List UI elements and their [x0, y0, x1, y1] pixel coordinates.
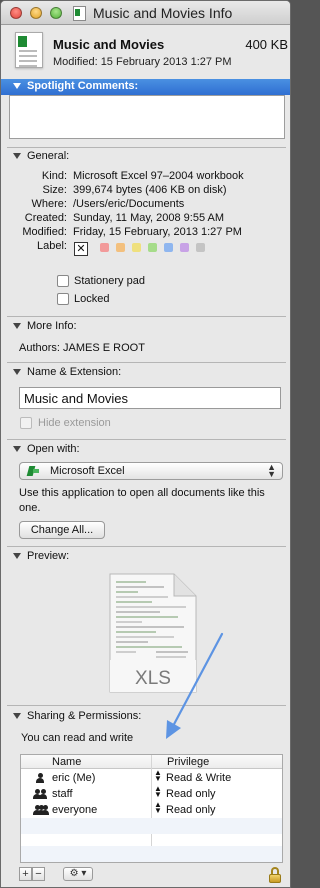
general-section-header[interactable]: General:: [1, 149, 290, 165]
open-with-popup[interactable]: Microsoft Excel ▲ ▼: [19, 462, 283, 480]
change-all-button[interactable]: Change All...: [19, 521, 105, 539]
field-key: Modified:: [22, 226, 67, 238]
document-icon: [73, 6, 86, 21]
table-row[interactable]: eric (Me) ▲ ▼ Read & Write: [21, 769, 282, 786]
excel-icon: [15, 32, 43, 68]
privilege-popup[interactable]: Read only: [166, 804, 216, 816]
label-red-swatch[interactable]: [100, 243, 109, 252]
more-info-section-header[interactable]: More Info:: [1, 319, 290, 335]
label-blue-swatch[interactable]: [164, 243, 173, 252]
info-window: Music and Movies Info Music and Movies 4…: [0, 0, 291, 888]
section-label: More Info:: [27, 320, 77, 332]
authors-text: Authors: JAMES E ROOT: [19, 342, 145, 354]
empty-row: [21, 818, 282, 834]
field-value: 399,674 bytes (406 KB on disk): [73, 184, 227, 196]
excel-icon: [28, 465, 40, 477]
chevron-updown-icon: ▲ ▼: [267, 462, 276, 479]
column-header-privilege[interactable]: Privilege: [167, 756, 209, 768]
empty-row: [21, 846, 282, 862]
file-size: 400 KB: [245, 37, 288, 52]
stationery-pad-label: Stationery pad: [74, 275, 145, 287]
field-key: Created:: [24, 212, 67, 224]
section-label: Preview:: [27, 550, 70, 562]
selected-application: Microsoft Excel: [50, 465, 125, 477]
field-key: Label:: [37, 240, 67, 252]
lock-icon[interactable]: [268, 867, 282, 884]
disclosure-triangle-icon: [13, 369, 21, 375]
sharing-summary: You can read and write: [21, 732, 134, 744]
open-with-description: Use this application to open all documen…: [19, 487, 265, 514]
field-value: Friday, 15 February, 2013 1:27 PM: [73, 226, 242, 238]
preview-section-header[interactable]: Preview:: [1, 549, 290, 565]
open-with-section-header[interactable]: Open with:: [1, 442, 290, 458]
user-name: everyone: [52, 804, 98, 816]
disclosure-triangle-icon: [13, 83, 21, 89]
permissions-table: Name Privilege eric (Me) ▲ ▼ Read & Write…: [20, 754, 283, 863]
section-label: Spotlight Comments:: [27, 80, 139, 92]
privilege-popup[interactable]: Read only: [166, 788, 216, 800]
chevron-updown-icon[interactable]: ▲ ▼: [154, 801, 162, 815]
name-extension-section-header[interactable]: Name & Extension:: [1, 365, 290, 381]
gear-icon[interactable]: ⚙ ▾: [63, 867, 93, 881]
modified-date: Modified: 15 February 2013 1:27 PM: [53, 56, 232, 68]
disclosure-triangle-icon: [13, 323, 21, 329]
user-name: eric (Me): [52, 772, 96, 784]
user-name: staff: [52, 788, 73, 800]
column-header-name[interactable]: Name: [52, 756, 81, 768]
section-label: Sharing & Permissions:: [27, 710, 142, 722]
spreadsheet-preview: XLS: [109, 573, 197, 693]
locked-checkbox[interactable]: [57, 293, 69, 305]
disclosure-triangle-icon: [13, 153, 21, 159]
field-value: Microsoft Excel 97–2004 workbook: [73, 170, 244, 182]
disclosure-triangle-icon: [13, 446, 21, 452]
spotlight-comments-field[interactable]: [9, 95, 285, 139]
disclosure-triangle-icon: [13, 713, 21, 719]
label-green-swatch[interactable]: [148, 243, 157, 252]
label-gray-swatch[interactable]: [196, 243, 205, 252]
section-label: Name & Extension:: [27, 366, 122, 378]
section-label: Open with:: [27, 443, 80, 455]
file-type-badge: XLS: [135, 668, 171, 689]
field-value: Sunday, 11 May, 2008 9:55 AM: [73, 212, 225, 224]
field-value: /Users/eric/Documents: [73, 198, 185, 210]
table-row[interactable]: everyone ▲ ▼ Read only: [21, 801, 282, 818]
disclosure-triangle-icon: [13, 553, 21, 559]
group-icon: [33, 788, 47, 800]
file-name-input[interactable]: Music and Movies: [19, 387, 281, 409]
file-header: Music and Movies 400 KB Modified: 15 Feb…: [1, 26, 290, 78]
file-name: Music and Movies: [53, 37, 165, 52]
remove-user-button[interactable]: −: [32, 867, 45, 881]
close-button[interactable]: [10, 7, 22, 19]
chevron-updown-icon[interactable]: ▲ ▼: [154, 769, 162, 783]
label-orange-swatch[interactable]: [116, 243, 125, 252]
label-yellow-swatch[interactable]: [132, 243, 141, 252]
field-key: Where:: [31, 198, 67, 210]
zoom-button[interactable]: [50, 7, 62, 19]
add-user-button[interactable]: +: [19, 867, 32, 881]
spotlight-comments-header[interactable]: Spotlight Comments:: [1, 79, 290, 95]
hide-extension-checkbox[interactable]: [20, 417, 32, 429]
section-label: General:: [27, 150, 70, 162]
minimize-button[interactable]: [30, 7, 42, 19]
sharing-section-header[interactable]: Sharing & Permissions:: [1, 709, 290, 725]
title-bar: Music and Movies Info: [1, 1, 290, 25]
label-none-button[interactable]: ✕: [74, 242, 88, 256]
field-key: Kind:: [41, 170, 67, 182]
hide-extension-label: Hide extension: [38, 417, 111, 429]
stationery-pad-checkbox[interactable]: [57, 275, 69, 287]
table-row[interactable]: staff ▲ ▼ Read only: [21, 785, 282, 802]
user-icon: [33, 772, 47, 784]
chevron-updown-icon[interactable]: ▲ ▼: [154, 785, 162, 799]
privilege-popup[interactable]: Read & Write: [166, 772, 231, 784]
window-title: Music and Movies Info: [93, 5, 233, 21]
label-purple-swatch[interactable]: [180, 243, 189, 252]
field-key: Size:: [42, 184, 67, 196]
group-icon: [33, 804, 49, 816]
locked-label: Locked: [74, 293, 110, 305]
